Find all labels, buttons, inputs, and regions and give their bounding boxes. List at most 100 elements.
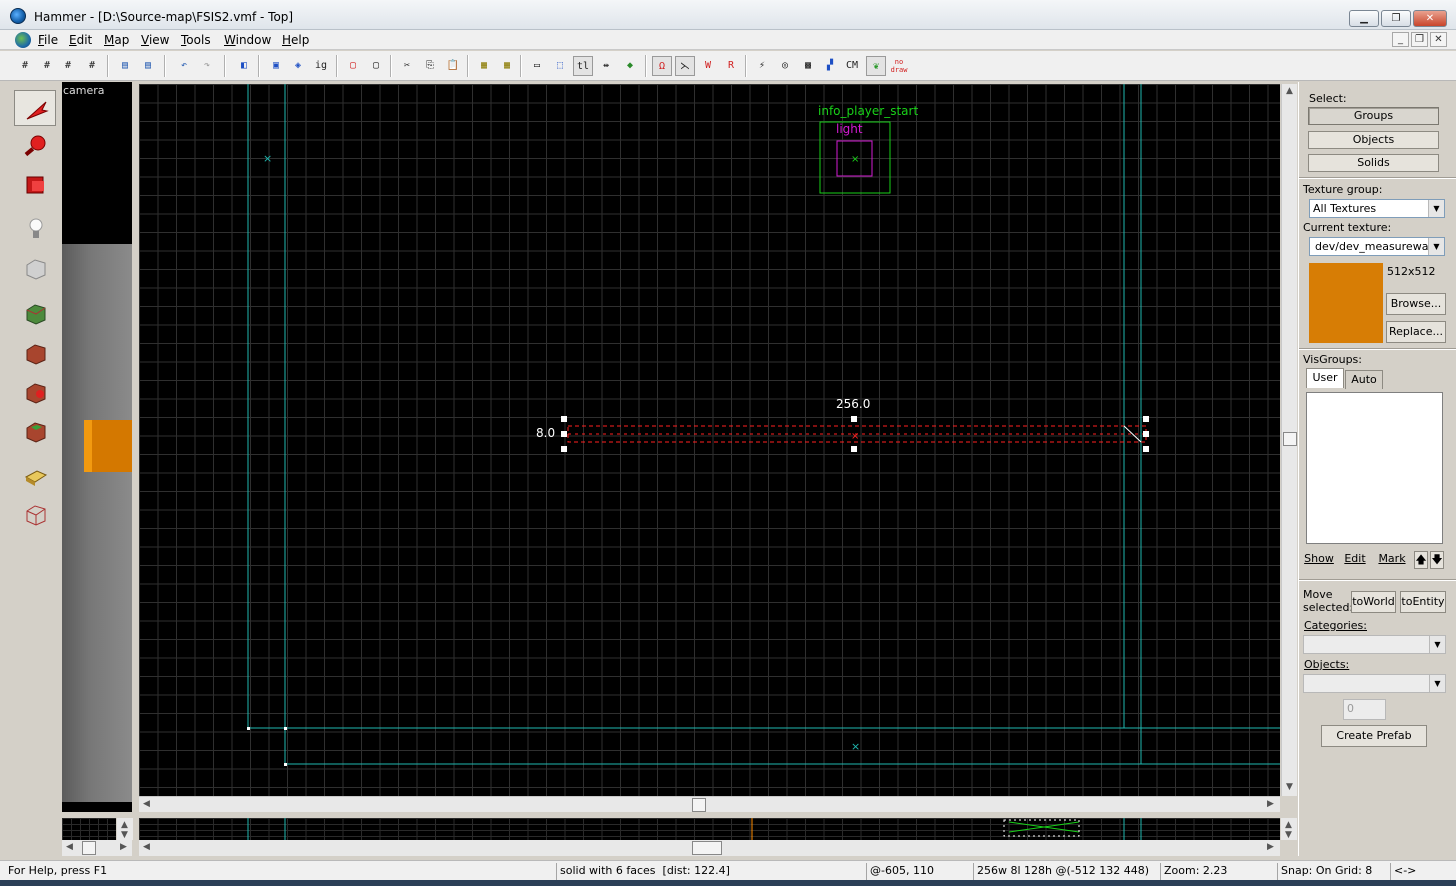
mini-horizontal-scrollbar[interactable]: ◀ ▶ bbox=[62, 840, 132, 856]
menu-help[interactable]: Help bbox=[282, 33, 309, 47]
current-texture-select[interactable]: dev/dev_measurewall0 ▼ bbox=[1309, 237, 1445, 256]
lightmap-grid-icon[interactable]: ▞ bbox=[820, 56, 840, 76]
cut-icon[interactable]: ✂ bbox=[397, 56, 417, 76]
prefab-count-spinner[interactable]: 0 bbox=[1343, 699, 1386, 720]
viewport-horizontal-scrollbar[interactable]: ◀ ▶ bbox=[139, 796, 1280, 812]
tab-auto[interactable]: Auto bbox=[1345, 370, 1383, 389]
scroll-left-icon[interactable]: ◀ bbox=[143, 799, 150, 809]
minimize-button[interactable]: ▁ bbox=[1349, 10, 1379, 27]
camera-tool[interactable] bbox=[14, 166, 56, 202]
texture-scaling-lock-icon[interactable]: ▦ bbox=[497, 56, 517, 76]
apply-current-texture-tool[interactable] bbox=[14, 335, 56, 371]
vertex-tool-icon[interactable]: ⋋ bbox=[675, 56, 695, 76]
flip-horizontal-icon[interactable]: ⇹ bbox=[596, 56, 616, 76]
cm-button[interactable]: CM bbox=[842, 56, 862, 76]
mdi-minimize-button[interactable]: _ bbox=[1392, 32, 1409, 47]
show-entities-icon[interactable]: R bbox=[721, 56, 741, 76]
menu-map[interactable]: Map bbox=[104, 33, 129, 47]
group-icon[interactable]: ▣ bbox=[266, 56, 286, 76]
wireframe-icon[interactable]: ◎ bbox=[775, 56, 795, 76]
toggle-texture-lock-icon[interactable]: ▦ bbox=[474, 56, 494, 76]
texture-group-select[interactable]: All Textures ▼ bbox=[1309, 199, 1445, 218]
maximize-button[interactable]: ❐ bbox=[1381, 10, 1411, 27]
tab-user[interactable]: User bbox=[1306, 368, 1344, 388]
visgroup-mark-button[interactable]: Mark bbox=[1374, 551, 1410, 569]
grid-smaller-icon[interactable]: # bbox=[58, 56, 78, 76]
nodraw-button[interactable]: no draw bbox=[889, 56, 909, 76]
select-groups-button[interactable]: Groups bbox=[1308, 107, 1439, 125]
menu-view[interactable]: View bbox=[141, 33, 169, 47]
texture-application-tool[interactable] bbox=[14, 295, 56, 331]
toggle-select-by-handles-icon[interactable]: ▭ bbox=[527, 56, 547, 76]
to-world-button[interactable]: toWorld bbox=[1351, 591, 1396, 613]
clipping-tool[interactable] bbox=[14, 458, 56, 494]
visgroup-edit-button[interactable]: Edit bbox=[1338, 551, 1372, 569]
top-2d-viewport[interactable]: × × × × info_player_start light 256.0 8.… bbox=[139, 84, 1280, 796]
menu-edit[interactable]: Edit bbox=[69, 33, 92, 47]
mini-vertical-scrollbar[interactable]: ▲ ▼ bbox=[117, 818, 133, 840]
vertical-scroll-thumb[interactable] bbox=[1283, 432, 1297, 446]
grid-3d-icon[interactable]: # bbox=[37, 56, 57, 76]
entity-tool[interactable] bbox=[14, 210, 56, 246]
copy-icon[interactable]: ⎘ bbox=[420, 56, 440, 76]
overlay-tool[interactable] bbox=[14, 413, 56, 449]
replace-button[interactable]: Replace... bbox=[1386, 321, 1446, 343]
viewport-vertical-scrollbar[interactable]: ▲ ▼ bbox=[1281, 84, 1297, 796]
camera-viewport[interactable]: camera bbox=[62, 82, 132, 812]
visgroup-show-button[interactable]: Show bbox=[1302, 551, 1336, 569]
bottom-horizontal-scrollbar[interactable]: ◀ ▶ bbox=[139, 840, 1280, 856]
browse-button[interactable]: Browse... bbox=[1386, 293, 1446, 315]
move-up-icon[interactable]: 🡅 bbox=[1414, 551, 1428, 569]
visgroups-list[interactable] bbox=[1306, 392, 1443, 544]
objects-select[interactable]: ▼ bbox=[1303, 674, 1446, 693]
selection-tool[interactable] bbox=[14, 90, 56, 126]
vertex-manipulation-tool[interactable] bbox=[14, 496, 56, 532]
menu-window[interactable]: Window bbox=[224, 33, 271, 47]
ignore-groups-button[interactable]: ig bbox=[311, 56, 331, 76]
horizontal-scroll-thumb[interactable] bbox=[692, 798, 706, 812]
to-entity-button[interactable]: toEntity bbox=[1400, 591, 1446, 613]
toggle-auto-select-icon[interactable]: ⬚ bbox=[550, 56, 570, 76]
select-solids-button[interactable]: Solids bbox=[1308, 154, 1439, 172]
block-tool[interactable] bbox=[14, 250, 56, 286]
tl-button[interactable]: tl bbox=[573, 56, 593, 76]
paste-icon[interactable]: 📋 bbox=[443, 56, 463, 76]
scroll-right-icon[interactable]: ▶ bbox=[1267, 799, 1274, 809]
hammer-app-icon[interactable] bbox=[10, 8, 26, 24]
select-objects-button[interactable]: Objects bbox=[1308, 131, 1439, 149]
show-hidden-icon[interactable]: ▢ bbox=[366, 56, 386, 76]
mdi-close-button[interactable]: ✕ bbox=[1430, 32, 1447, 47]
categories-select[interactable]: ▼ bbox=[1303, 635, 1446, 654]
status-coords: @-605, 110 bbox=[866, 863, 973, 881]
undo-icon[interactable]: ↶ bbox=[174, 56, 194, 76]
textured-icon[interactable]: ▩ bbox=[798, 56, 818, 76]
hide-selected-icon[interactable]: ▢ bbox=[343, 56, 363, 76]
create-prefab-button[interactable]: Create Prefab bbox=[1321, 725, 1427, 747]
menu-tools[interactable]: Tools bbox=[181, 33, 211, 47]
magnify-tool[interactable] bbox=[14, 127, 56, 163]
load-window-state-icon[interactable]: ▤ bbox=[115, 56, 135, 76]
bottom-vertical-scrollbar[interactable]: ▲ ▼ bbox=[1281, 818, 1297, 840]
scroll-down-icon[interactable]: ▼ bbox=[1286, 782, 1293, 792]
show-brushes-icon[interactable]: W bbox=[698, 56, 718, 76]
decal-tool[interactable] bbox=[14, 374, 56, 410]
ungroup-icon[interactable]: ◈ bbox=[288, 56, 308, 76]
menu-file[interactable]: File bbox=[38, 33, 58, 47]
flip-vertical-icon[interactable]: ◆ bbox=[620, 56, 640, 76]
grid-larger-icon[interactable]: # bbox=[82, 56, 102, 76]
scroll-up-icon[interactable]: ▲ bbox=[1286, 86, 1293, 96]
front-viewport-mini[interactable] bbox=[139, 818, 1280, 840]
carve-icon[interactable]: ◧ bbox=[234, 56, 254, 76]
redo-icon[interactable]: ↷ bbox=[197, 56, 217, 76]
move-down-icon[interactable]: 🡇 bbox=[1430, 551, 1444, 569]
show-3d-grid-icon[interactable]: Ω bbox=[652, 56, 672, 76]
grid-toggle-icon[interactable]: # bbox=[15, 56, 35, 76]
mdi-restore-button[interactable]: ❐ bbox=[1411, 32, 1428, 47]
leaf-icon[interactable]: ❦ bbox=[866, 56, 886, 76]
side-viewport-mini[interactable] bbox=[62, 818, 116, 840]
magnify-icon bbox=[24, 135, 46, 157]
save-window-state-icon[interactable]: ▤ bbox=[138, 56, 158, 76]
document-icon[interactable] bbox=[15, 32, 31, 48]
radius-culling-icon[interactable]: ⚡ bbox=[752, 56, 772, 76]
close-button[interactable]: ✕ bbox=[1413, 10, 1447, 27]
